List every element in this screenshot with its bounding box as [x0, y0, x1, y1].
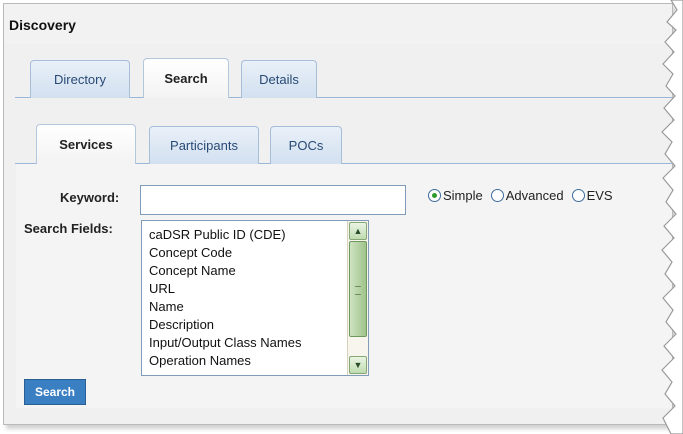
list-item[interactable]: caDSR Public ID (CDE) — [149, 226, 301, 244]
radio-unselected-icon — [490, 189, 504, 202]
search-fields-list: caDSR Public ID (CDE) Concept Code Conce… — [149, 226, 301, 370]
primary-tab-bar: Directory Search Details — [4, 56, 672, 98]
torn-edge-decoration — [661, 0, 683, 434]
tab-pocs-label: POCs — [288, 138, 324, 153]
radio-advanced[interactable]: Advanced — [490, 188, 564, 203]
tab-directory-label: Directory — [53, 72, 106, 87]
tab-details-label: Details — [259, 72, 299, 87]
listbox-scrollbar[interactable]: ▲ ▼ — [347, 221, 368, 375]
keyword-label: Keyword: — [60, 190, 120, 205]
radio-selected-icon — [428, 189, 441, 202]
list-item[interactable]: URL — [149, 280, 301, 298]
tab-search-label: Search — [164, 71, 208, 86]
tab-services-label: Services — [59, 137, 113, 152]
list-item[interactable]: Input/Output Class Names — [149, 334, 301, 352]
radio-evs[interactable]: EVS — [571, 188, 613, 203]
radio-evs-label: EVS — [586, 188, 613, 203]
search-fields-listbox[interactable]: caDSR Public ID (CDE) Concept Code Conce… — [141, 220, 369, 376]
radio-unselected-icon — [571, 189, 585, 202]
scroll-up-icon[interactable]: ▲ — [349, 222, 367, 240]
window-title: Discovery — [9, 17, 76, 33]
tab-participants-label: Participants — [170, 138, 238, 153]
title-bar: Discovery — [4, 4, 672, 44]
tab-directory[interactable]: Directory — [30, 60, 130, 98]
radio-simple-label: Simple — [443, 188, 483, 203]
keyword-input[interactable] — [140, 185, 406, 215]
list-item[interactable]: Name — [149, 298, 301, 316]
tab-services[interactable]: Services — [36, 124, 136, 164]
scroll-down-icon[interactable]: ▼ — [349, 356, 367, 374]
search-mode-group: Simple Advanced EVS — [428, 188, 621, 203]
list-item[interactable]: Description — [149, 316, 301, 334]
scroll-thumb[interactable] — [349, 241, 367, 337]
list-item[interactable]: Concept Name — [149, 262, 301, 280]
search-button[interactable]: Search — [24, 379, 86, 405]
tab-search[interactable]: Search — [143, 58, 229, 98]
list-item[interactable]: Concept Code — [149, 244, 301, 262]
search-fields-label: Search Fields: — [24, 221, 113, 236]
tab-details[interactable]: Details — [241, 60, 317, 98]
radio-advanced-label: Advanced — [505, 188, 564, 203]
tab-pocs[interactable]: POCs — [270, 126, 342, 164]
discovery-panel: Discovery Directory Search Details Servi… — [3, 3, 673, 425]
secondary-tab-bar: Services Participants POCs — [4, 122, 672, 164]
tab-participants[interactable]: Participants — [149, 126, 259, 164]
list-item[interactable]: Operation Names — [149, 352, 301, 370]
radio-simple[interactable]: Simple — [428, 188, 483, 203]
